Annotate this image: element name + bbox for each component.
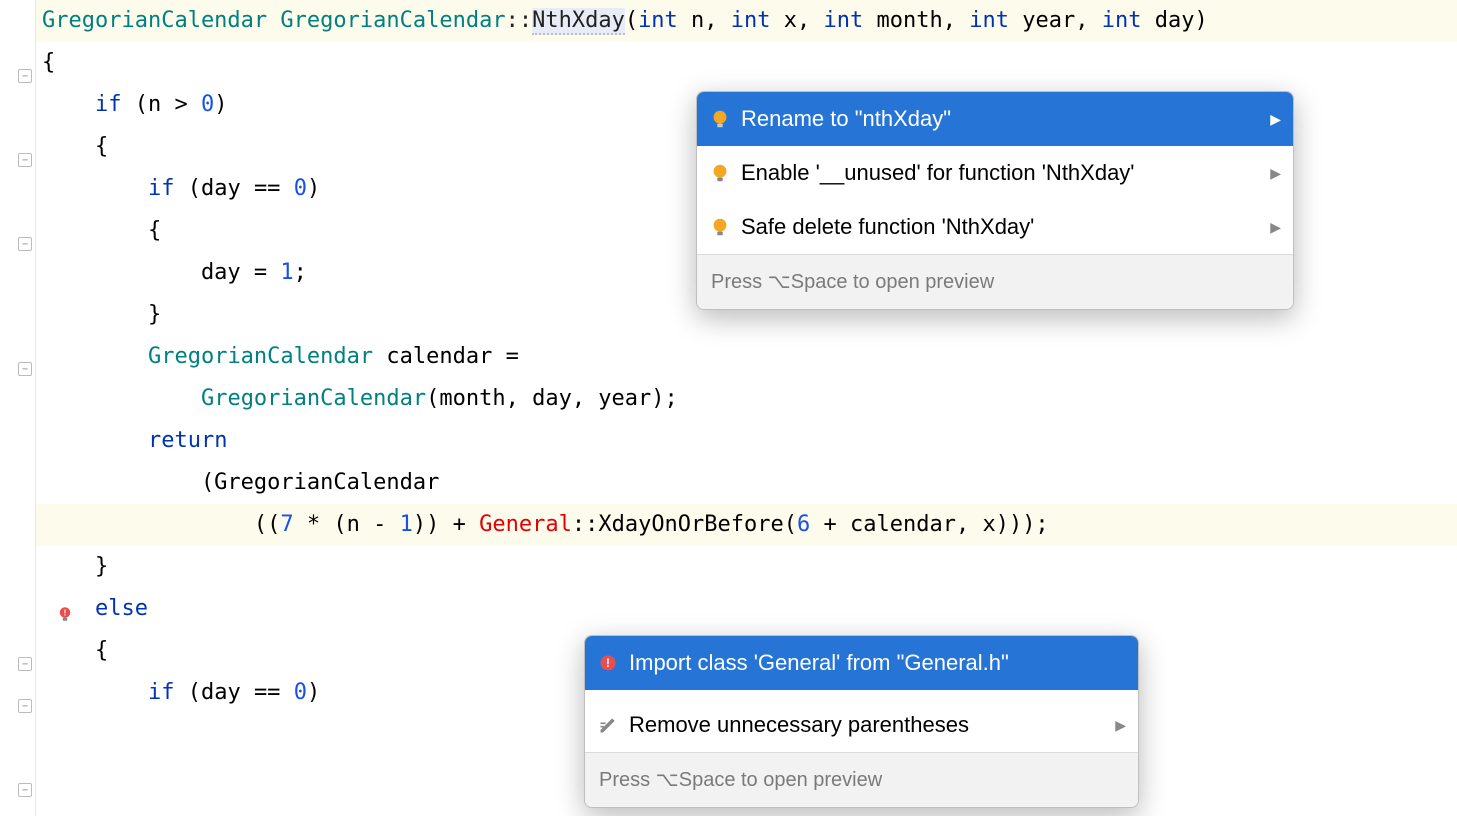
- fold-icon[interactable]: −: [18, 783, 32, 797]
- intention-safe-delete[interactable]: Safe delete function 'NthXday' ▶: [697, 200, 1293, 254]
- code-line: GregorianCalendar(month, day, year);: [36, 378, 1457, 420]
- intention-label: Remove unnecessary parentheses: [629, 704, 969, 746]
- intention-enable-unused[interactable]: Enable '__unused' for function 'NthXday'…: [697, 146, 1293, 200]
- code-line: ((7 * (n - 1)) + General::XdayOnOrBefore…: [36, 504, 1457, 546]
- code-line: return: [36, 420, 1457, 462]
- chevron-right-icon: ▶: [1103, 704, 1126, 746]
- popup-footer: Press ⌥Space to open preview: [585, 752, 1138, 807]
- fold-icon[interactable]: −: [18, 237, 32, 251]
- chevron-right-icon: ▶: [1258, 206, 1281, 248]
- fold-icon[interactable]: −: [18, 69, 32, 83]
- popup-footer: Press ⌥Space to open preview: [697, 254, 1293, 309]
- intention-popup: Rename to "nthXday" ▶ Enable '__unused' …: [696, 91, 1294, 310]
- lightbulb-icon: [709, 162, 731, 184]
- intention-remove-parens[interactable]: Remove unnecessary parentheses ▶: [585, 698, 1138, 752]
- code-line: (GregorianCalendar: [36, 462, 1457, 504]
- intention-label: Safe delete function 'NthXday': [741, 206, 1034, 248]
- code-line: GregorianCalendar GregorianCalendar::Nth…: [36, 0, 1457, 42]
- error-icon: !: [597, 652, 619, 674]
- chevron-right-icon: ▶: [1258, 152, 1281, 194]
- intention-rename[interactable]: Rename to "nthXday" ▶: [697, 92, 1293, 146]
- code-area[interactable]: GregorianCalendar GregorianCalendar::Nth…: [36, 0, 1457, 816]
- code-line: {: [36, 42, 1457, 84]
- lightbulb-icon: [709, 108, 731, 130]
- code-line: }: [36, 546, 1457, 588]
- fold-icon[interactable]: −: [18, 657, 32, 671]
- chevron-right-icon: ▶: [1258, 98, 1281, 140]
- intention-label: Rename to "nthXday": [741, 98, 951, 140]
- code-line: GregorianCalendar calendar =: [36, 336, 1457, 378]
- intention-label: Enable '__unused' for function 'NthXday': [741, 152, 1135, 194]
- edit-icon: [597, 714, 619, 736]
- fold-icon[interactable]: −: [18, 699, 32, 713]
- gutter: − − − − − − − !: [0, 0, 36, 816]
- svg-text:!: !: [606, 657, 610, 670]
- intention-popup: ! Import class 'General' from "General.h…: [584, 635, 1139, 808]
- code-line: else: [36, 588, 1457, 630]
- lightbulb-icon: [709, 216, 731, 238]
- fold-icon[interactable]: −: [18, 362, 32, 376]
- intention-label: Import class 'General' from "General.h": [629, 642, 1009, 684]
- fold-icon[interactable]: −: [18, 153, 32, 167]
- intention-import-class[interactable]: ! Import class 'General' from "General.h…: [585, 636, 1138, 690]
- code-editor[interactable]: − − − − − − − ! GregorianCalendar Gregor…: [0, 0, 1457, 816]
